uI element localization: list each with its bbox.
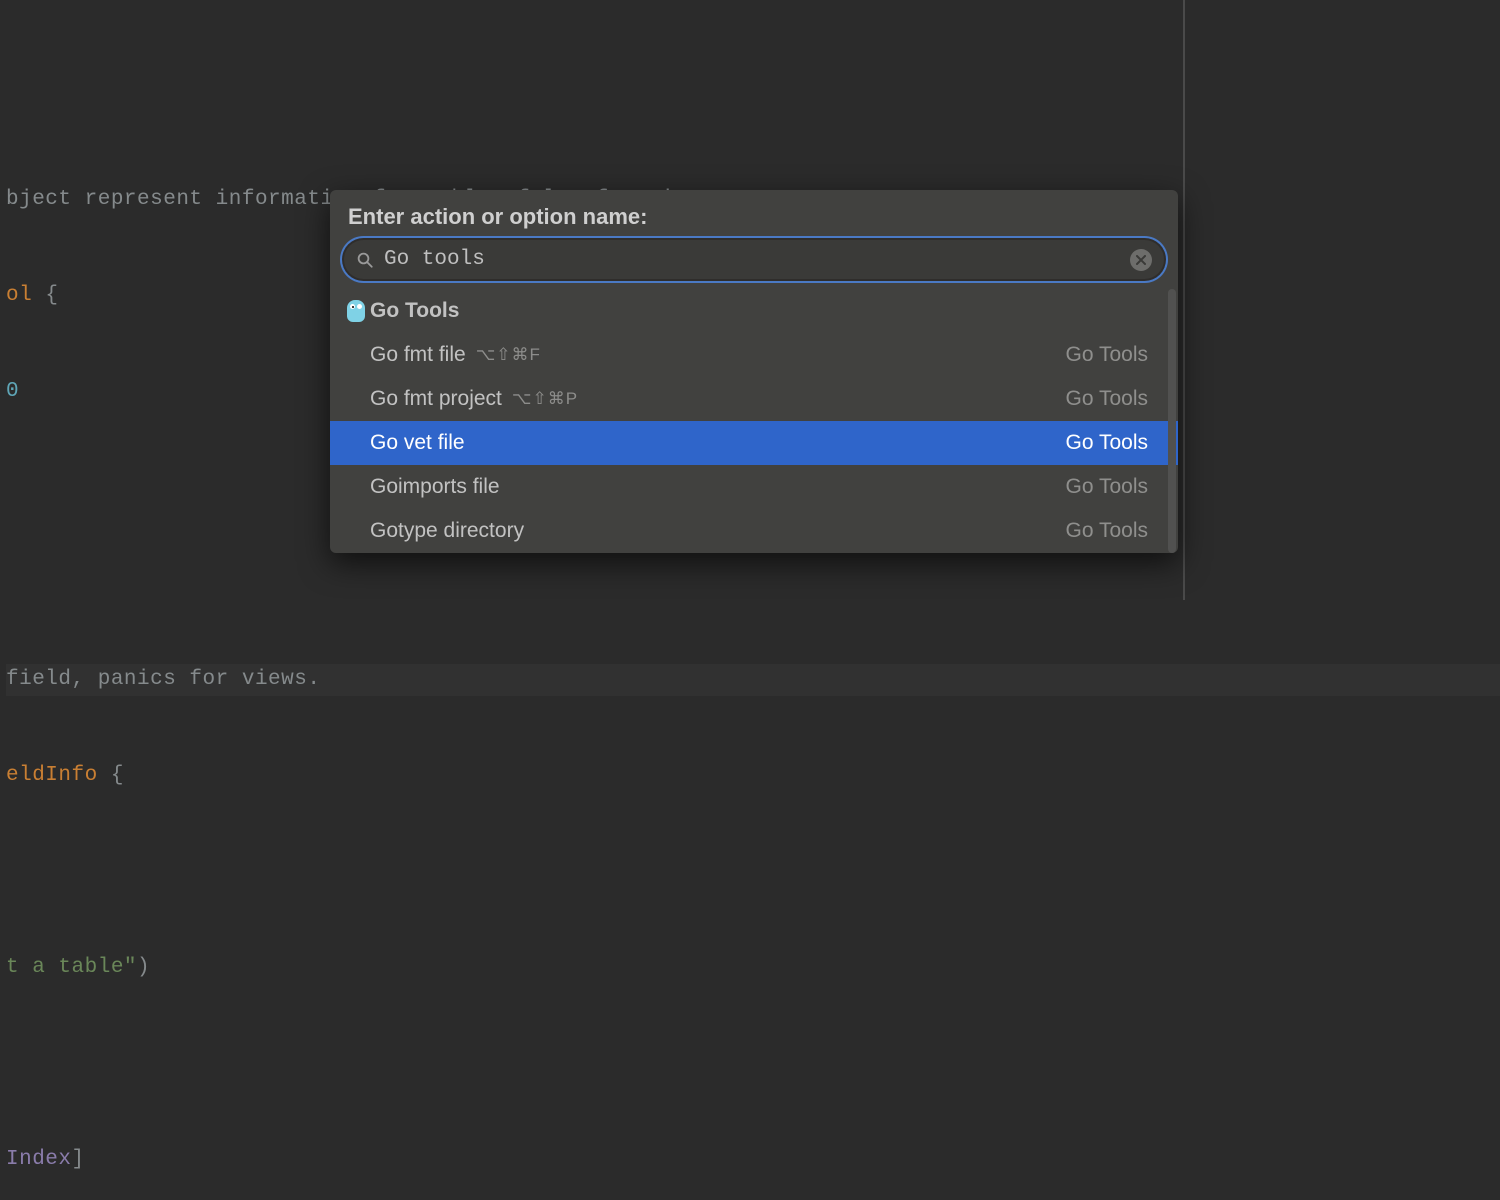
action-item[interactable]: Go vet file Go Tools	[330, 421, 1178, 465]
find-action-popup: Enter action or option name: Go ToolsGo …	[330, 190, 1178, 553]
code-line	[6, 568, 1500, 600]
popup-title: Enter action or option name:	[330, 204, 1178, 240]
search-field[interactable]	[344, 240, 1164, 279]
action-label: Go fmt file	[370, 343, 466, 367]
action-group: Go Tools	[1066, 519, 1149, 543]
action-label: Go fmt project	[370, 387, 502, 411]
action-label: Goimports file	[370, 475, 500, 499]
code-line: t a table")	[6, 952, 1500, 984]
code-line: field, panics for views.	[6, 664, 1500, 696]
action-label: Go vet file	[370, 431, 465, 455]
code-line: Index]	[6, 1144, 1500, 1176]
code-line	[6, 856, 1500, 888]
action-group: Go Tools	[1066, 343, 1149, 367]
code-line	[6, 1048, 1500, 1080]
action-label: Gotype directory	[370, 519, 524, 543]
action-group: Go Tools	[1066, 431, 1149, 455]
action-label: Go Tools	[370, 299, 459, 323]
action-shortcut: ⌥⇧⌘P	[512, 389, 578, 409]
action-item[interactable]: Goimports file Go Tools	[330, 465, 1178, 509]
action-item[interactable]: Go Tools	[330, 289, 1178, 333]
action-item[interactable]: Go fmt file ⌥⇧⌘F Go Tools	[330, 333, 1178, 377]
action-item[interactable]: Go fmt project ⌥⇧⌘P Go Tools	[330, 377, 1178, 421]
results-list: Go ToolsGo fmt file⌥⇧⌘FGo ToolsGo fmt pr…	[330, 289, 1178, 553]
search-icon	[356, 251, 374, 269]
gopher-icon	[342, 300, 370, 322]
clear-search-button[interactable]	[1130, 249, 1152, 271]
search-input[interactable]	[382, 247, 1130, 272]
code-line: eldInfo {	[6, 760, 1500, 792]
action-group: Go Tools	[1066, 475, 1149, 499]
action-group: Go Tools	[1066, 387, 1149, 411]
action-item[interactable]: Gotype directory Go Tools	[330, 509, 1178, 553]
action-shortcut: ⌥⇧⌘F	[476, 345, 541, 365]
